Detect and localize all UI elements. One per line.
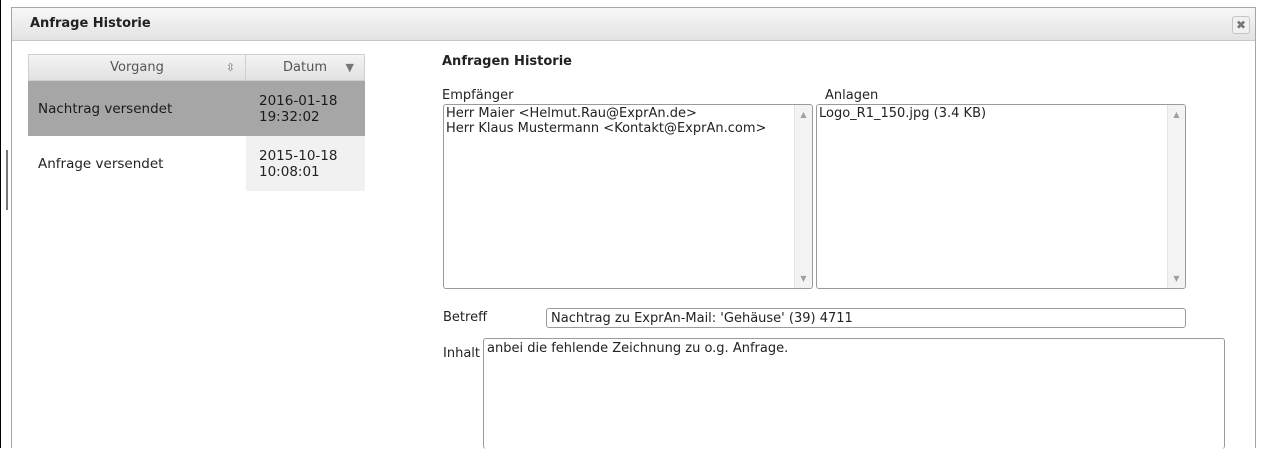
cell-datum-date: 2016-01-18 bbox=[259, 93, 338, 109]
inhalt-textarea[interactable]: anbei die fehlende Zeichnung zu o.g. Anf… bbox=[483, 338, 1225, 449]
column-label-datum: Datum bbox=[283, 60, 327, 75]
dialog-titlebar[interactable]: Anfrage Historie ✖ bbox=[12, 8, 1255, 41]
sort-both-icon: ⇳ bbox=[225, 61, 235, 74]
grid-header: Vorgang ⇳ Datum ▼ bbox=[28, 54, 365, 81]
empfaenger-lines: Herr Maier <Helmut.Rau@ExprAn.de> Herr K… bbox=[446, 106, 766, 136]
anlagen-label: Anlagen bbox=[825, 88, 879, 103]
close-icon: ✖ bbox=[1235, 18, 1247, 32]
scroll-up-icon[interactable]: ▲ bbox=[795, 110, 812, 119]
betreff-field[interactable]: Nachtrag zu ExprAn-Mail: 'Gehäuse' (39) … bbox=[546, 308, 1186, 328]
empfaenger-label: Empfänger bbox=[442, 88, 514, 103]
inhalt-label: Inhalt bbox=[443, 346, 480, 361]
anlagen-lines: Logo_R1_150.jpg (3.4 KB) bbox=[819, 106, 986, 121]
anlagen-list[interactable]: Logo_R1_150.jpg (3.4 KB) ▲ ▼ bbox=[816, 104, 1186, 289]
background-edge-mark bbox=[6, 150, 8, 210]
list-item[interactable]: Logo_R1_150.jpg (3.4 KB) bbox=[819, 106, 986, 121]
sort-descending-icon: ▼ bbox=[345, 61, 354, 74]
scroll-down-icon[interactable]: ▼ bbox=[1168, 274, 1185, 283]
dialog-title: Anfrage Historie bbox=[30, 16, 151, 31]
cell-vorgang: Anfrage versendet bbox=[28, 136, 246, 191]
column-label-vorgang: Vorgang bbox=[110, 60, 164, 75]
empfaenger-list[interactable]: Herr Maier <Helmut.Rau@ExprAn.de> Herr K… bbox=[443, 104, 813, 289]
scroll-down-icon[interactable]: ▼ bbox=[795, 274, 812, 283]
scroll-up-icon[interactable]: ▲ bbox=[1168, 110, 1185, 119]
table-row[interactable]: Nachtrag versendet 2016-01-18 19:32:02 bbox=[28, 81, 365, 136]
cell-datum: 2015-10-18 10:08:01 bbox=[246, 136, 365, 191]
cell-vorgang: Nachtrag versendet bbox=[38, 100, 173, 117]
window-edge bbox=[0, 0, 1, 448]
history-grid: Vorgang ⇳ Datum ▼ Nachtrag versendet 201… bbox=[28, 54, 365, 191]
column-header-vorgang[interactable]: Vorgang ⇳ bbox=[28, 54, 246, 81]
anfrage-historie-dialog: Anfrage Historie ✖ Vorgang ⇳ Datum ▼ Nac… bbox=[11, 7, 1256, 449]
betreff-label: Betreff bbox=[443, 310, 488, 325]
section-title: Anfragen Historie bbox=[442, 54, 572, 69]
column-header-datum[interactable]: Datum ▼ bbox=[246, 54, 365, 81]
cell-datum: 2016-01-18 19:32:02 bbox=[246, 81, 365, 136]
table-row[interactable]: Anfrage versendet 2015-10-18 10:08:01 bbox=[28, 136, 365, 191]
list-item[interactable]: Herr Klaus Mustermann <Kontakt@ExprAn.co… bbox=[446, 121, 766, 136]
close-button[interactable]: ✖ bbox=[1232, 16, 1250, 34]
list-item[interactable]: Herr Maier <Helmut.Rau@ExprAn.de> bbox=[446, 106, 766, 121]
cell-datum-time: 10:08:01 bbox=[259, 164, 320, 180]
empfaenger-scrollbar[interactable]: ▲ ▼ bbox=[794, 105, 812, 288]
cell-datum-time: 19:32:02 bbox=[259, 109, 320, 125]
cell-datum-date: 2015-10-18 bbox=[259, 148, 338, 164]
anlagen-scrollbar[interactable]: ▲ ▼ bbox=[1167, 105, 1185, 288]
